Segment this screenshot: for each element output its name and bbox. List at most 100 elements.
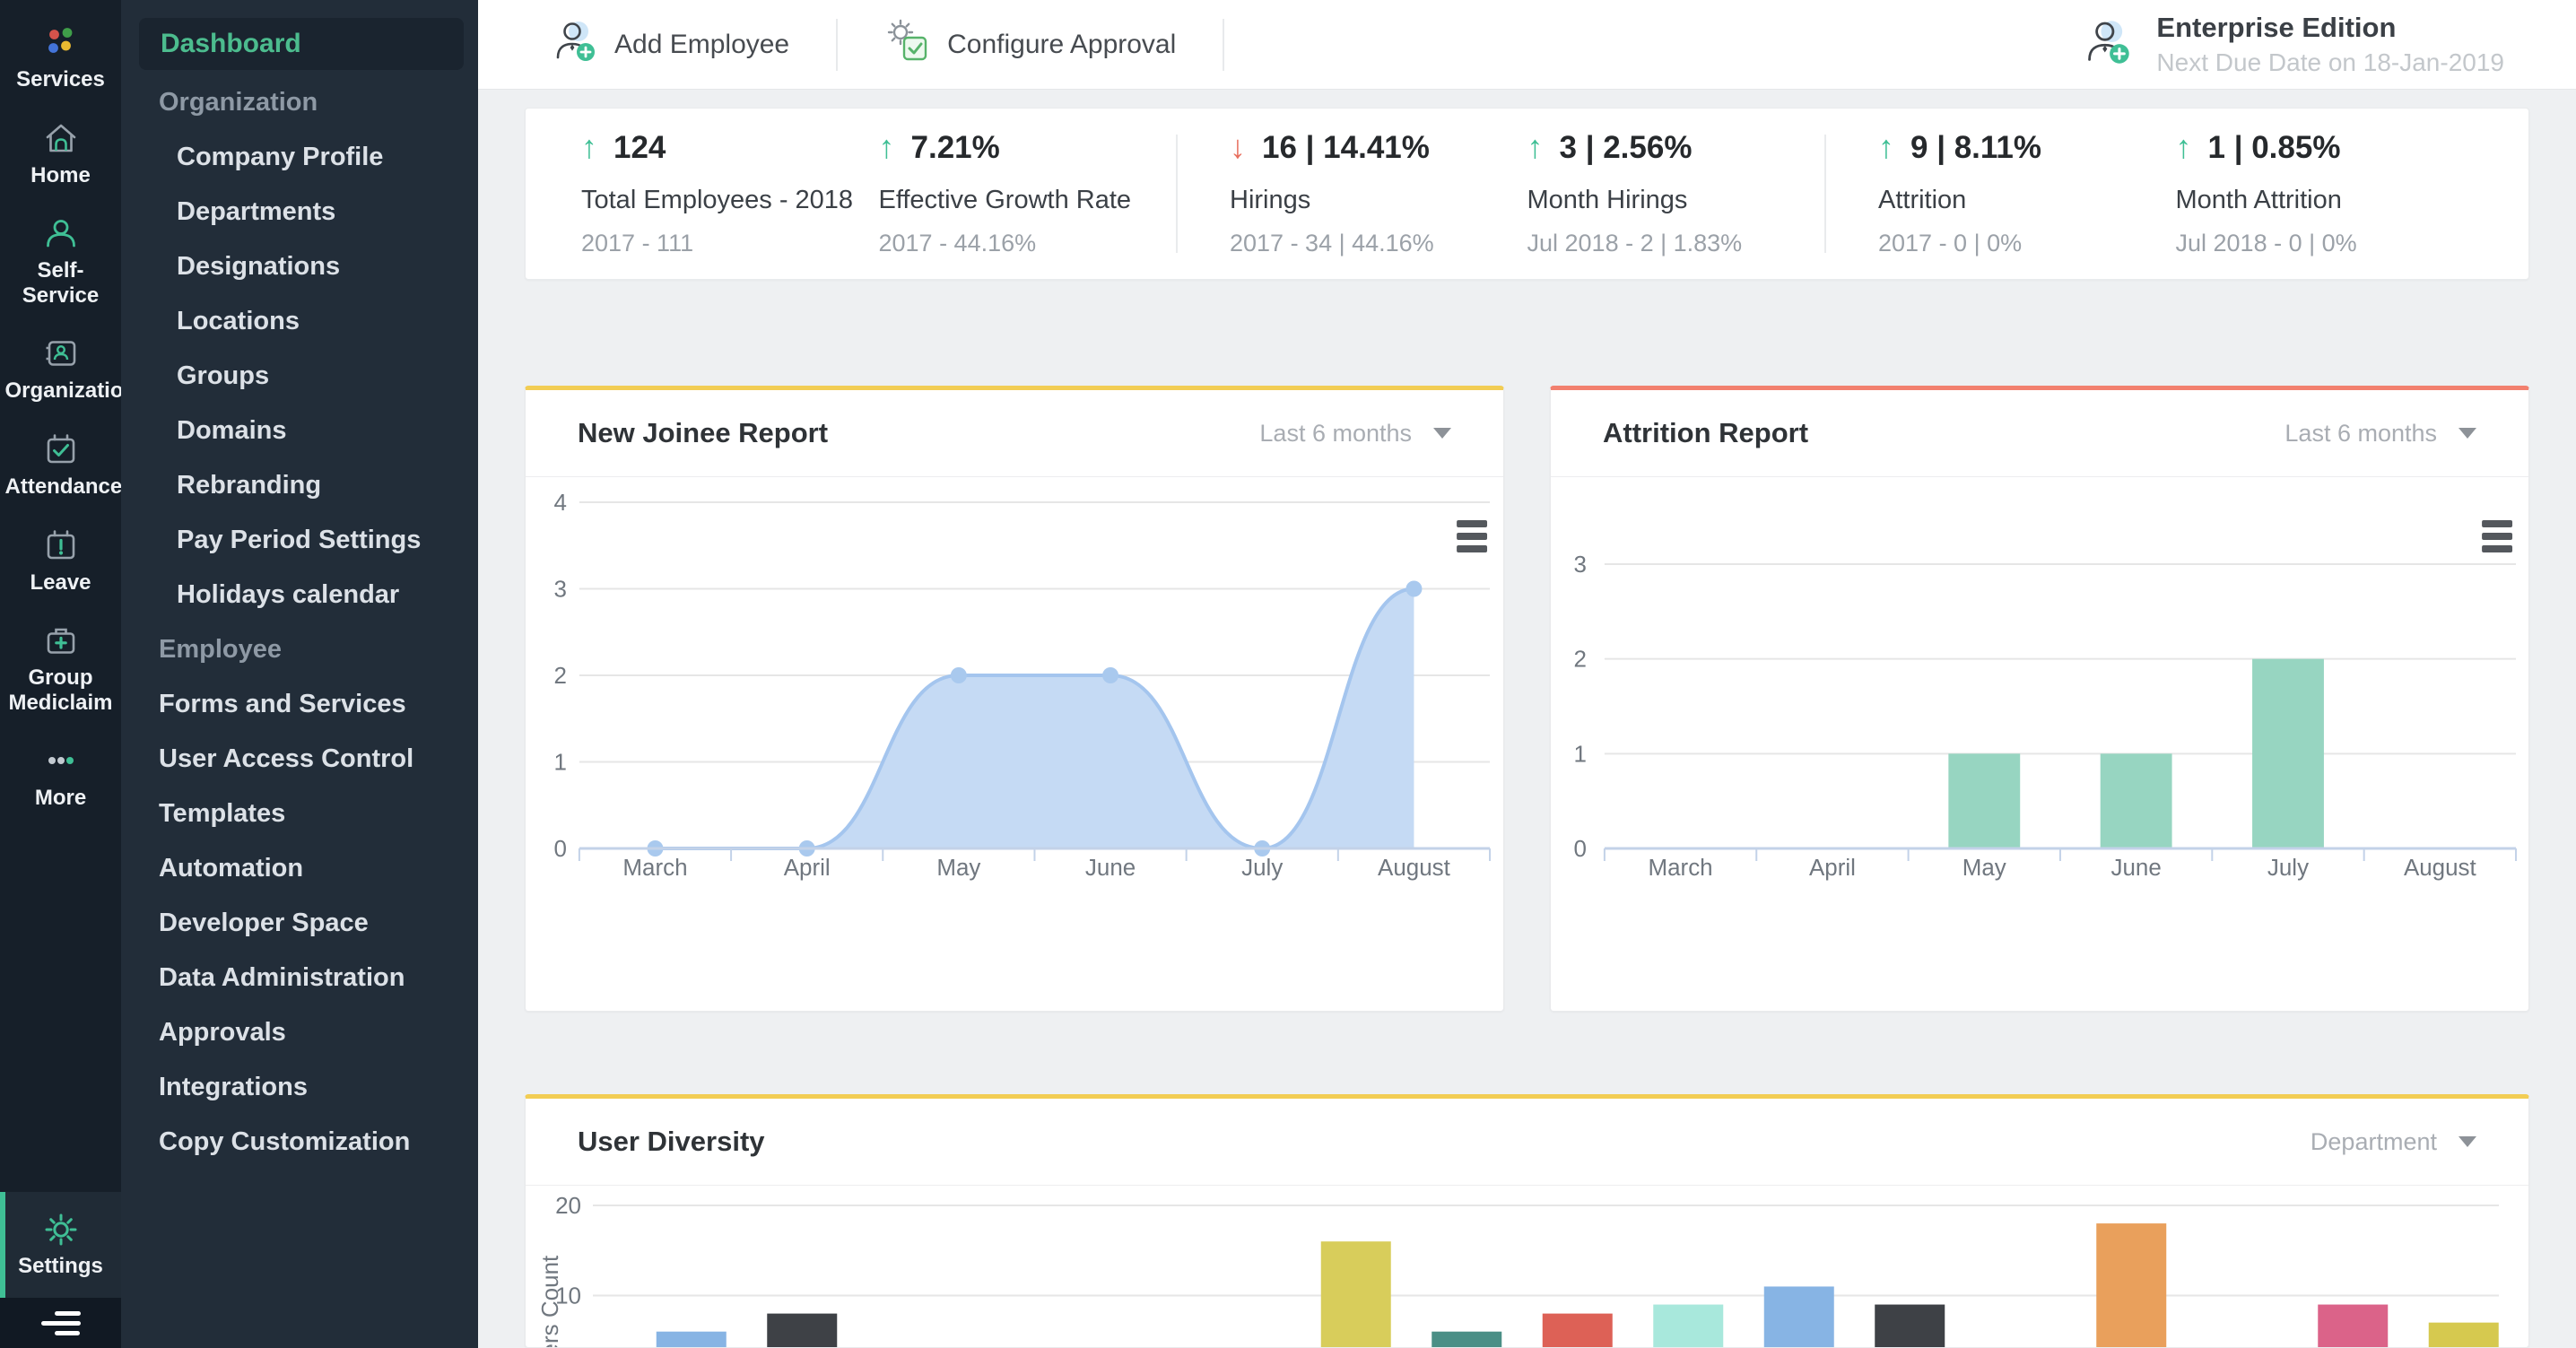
x-tick-label: July [1241,854,1283,881]
stat-effective-growth-rate: ↑7.21%Effective Growth Rate2017 - 44.16% [879,130,1177,257]
menu-item-rebranding[interactable]: Rebranding [121,458,478,513]
diversity-bar-12[interactable] [1875,1305,1945,1348]
x-tick-label: May [936,854,980,881]
bar-july[interactable] [2252,659,2324,848]
range-dropdown[interactable]: Last 6 months [2284,420,2476,448]
home-icon [43,119,79,157]
menu-item-holidays-calendar[interactable]: Holidays calendar [121,568,478,622]
menu-item-locations[interactable]: Locations [121,294,478,349]
chart-menu-icon[interactable] [1457,520,1487,552]
y-axis-title: Users Count [536,1255,563,1348]
data-point-august[interactable] [1405,581,1422,597]
topbar-actions: Add Employee [552,18,1271,72]
diversity-bar-14[interactable] [2096,1223,2166,1348]
group-by-dropdown[interactable]: Department [2311,1128,2476,1156]
x-tick-label: July [2267,854,2309,881]
bar-june[interactable] [2101,753,2172,848]
sidebar-item-services[interactable]: Services [0,23,121,92]
attrition-report-panel: Attrition Report Last 6 months 3210March… [1550,386,2529,1012]
menu-item-forms-and-services[interactable]: Forms and Services [121,677,478,732]
settings-gear-icon [41,1211,81,1248]
more-icon [43,742,79,779]
sidebar-item-home[interactable]: Home [0,119,121,188]
rail-item-label: More [35,786,86,811]
data-point-june[interactable] [1102,667,1118,683]
menu-section-employee: Employee [121,622,478,677]
collapse-menu-button[interactable] [0,1298,121,1348]
menu-item-groups[interactable]: Groups [121,349,478,404]
diversity-bar-16[interactable] [2318,1305,2388,1348]
rail-item-label: Leave [30,570,91,596]
stat-value: 16 | 14.41% [1262,130,1430,166]
sidebar-item-self-service[interactable]: Self-Service [0,214,121,308]
menu-item-developer-space[interactable]: Developer Space [121,896,478,951]
add-employee-button[interactable]: Add Employee [552,18,789,72]
kpi-stats-strip: ↑124Total Employees - 20182017 - 111↑7.2… [525,108,2529,280]
menu-item-departments[interactable]: Departments [121,185,478,239]
menu-item-user-access-control[interactable]: User Access Control [121,732,478,787]
area-fill [655,589,1414,849]
rail-items: Services Home Self-Service Organization Atte… [0,0,121,838]
chart-menu-icon[interactable] [2482,520,2512,552]
sidebar-item-more[interactable]: More [0,742,121,811]
edition-info: Enterprise Edition Next Due Date on 18-J… [2083,12,2504,77]
chevron-down-icon [2459,428,2476,439]
diversity-bar-8[interactable] [1432,1332,1501,1348]
sidebar-item-organization[interactable]: Organization [0,335,121,404]
menu-item-integrations[interactable]: Integrations [121,1060,478,1115]
sidebar-item-group-mediclaim[interactable]: Group Mediclaim [0,622,121,715]
rail-spacer [0,838,121,1192]
x-tick-label: August [1378,854,1451,881]
sidebar-item-leave[interactable]: Leave [0,526,121,596]
collapse-menu-icon [55,1311,81,1316]
new-joinee-chart: 43210MarchAprilMayJuneJulyAugust [526,477,1503,1011]
sidebar-item-attendance[interactable]: Attendance [0,430,121,500]
menu-item-company-profile[interactable]: Company Profile [121,130,478,185]
charts-row: New Joinee Report Last 6 months 43210Mar… [525,386,2529,1012]
add-employee-icon [552,18,598,72]
group-mediclaim-icon [43,622,79,659]
menu-item-approvals[interactable]: Approvals [121,1005,478,1060]
range-dropdown[interactable]: Last 6 months [1259,420,1451,448]
menu-item-data-administration[interactable]: Data Administration [121,951,478,1005]
sidebar-item-settings[interactable]: Settings [0,1192,121,1298]
stat-value-row: ↑7.21% [879,130,1177,166]
y-tick-label: 3 [553,575,566,602]
menu-item-templates[interactable]: Templates [121,787,478,841]
menu-item-designations[interactable]: Designations [121,239,478,294]
configure-approval-label: Configure Approval [947,30,1176,60]
x-tick-label: April [784,854,831,881]
rail-item-label: Attendance [5,474,117,500]
diversity-bar-10[interactable] [1653,1305,1723,1348]
menu-item-pay-period-settings[interactable]: Pay Period Settings [121,513,478,568]
menu-item-copy-customization[interactable]: Copy Customization [121,1115,478,1170]
up-arrow-icon: ↑ [2176,131,2192,163]
diversity-bar-7[interactable] [1321,1241,1391,1348]
diversity-bar-9[interactable] [1543,1314,1613,1348]
data-point-may[interactable] [951,667,967,683]
panel-title: Attrition Report [1603,417,1808,449]
diversity-bar-11[interactable] [1764,1286,1834,1348]
x-tick-label: March [622,854,687,881]
bar-may[interactable] [1948,753,2020,848]
y-tick-label: 1 [1573,740,1586,767]
menu-item-automation[interactable]: Automation [121,841,478,896]
up-arrow-icon: ↑ [1878,131,1894,163]
diversity-bar-1[interactable] [657,1332,727,1348]
diversity-bar-2[interactable] [767,1314,837,1348]
panel-header: Attrition Report Last 6 months [1551,390,2528,477]
user-diversity-panel: User Diversity Department 2010Users Coun… [525,1094,2529,1348]
rail-item-label: Group Mediclaim [5,665,117,715]
panel-title: New Joinee Report [578,417,828,449]
menu-item-domains[interactable]: Domains [121,404,478,458]
diversity-bar-17[interactable] [2429,1323,2499,1348]
chevron-down-icon [1433,428,1451,439]
range-dropdown-value: Last 6 months [2284,420,2437,448]
configure-approval-button[interactable]: Configure Approval [884,18,1176,72]
y-tick-label: 2 [553,662,566,689]
menu-item-dashboard[interactable]: Dashboard [139,18,464,70]
stat-sublabel: 2017 - 34 | 44.16% [1230,230,1527,257]
main-area: Add Employee [478,0,2576,1348]
y-tick-label: 20 [555,1192,581,1219]
attendance-icon [43,430,79,468]
